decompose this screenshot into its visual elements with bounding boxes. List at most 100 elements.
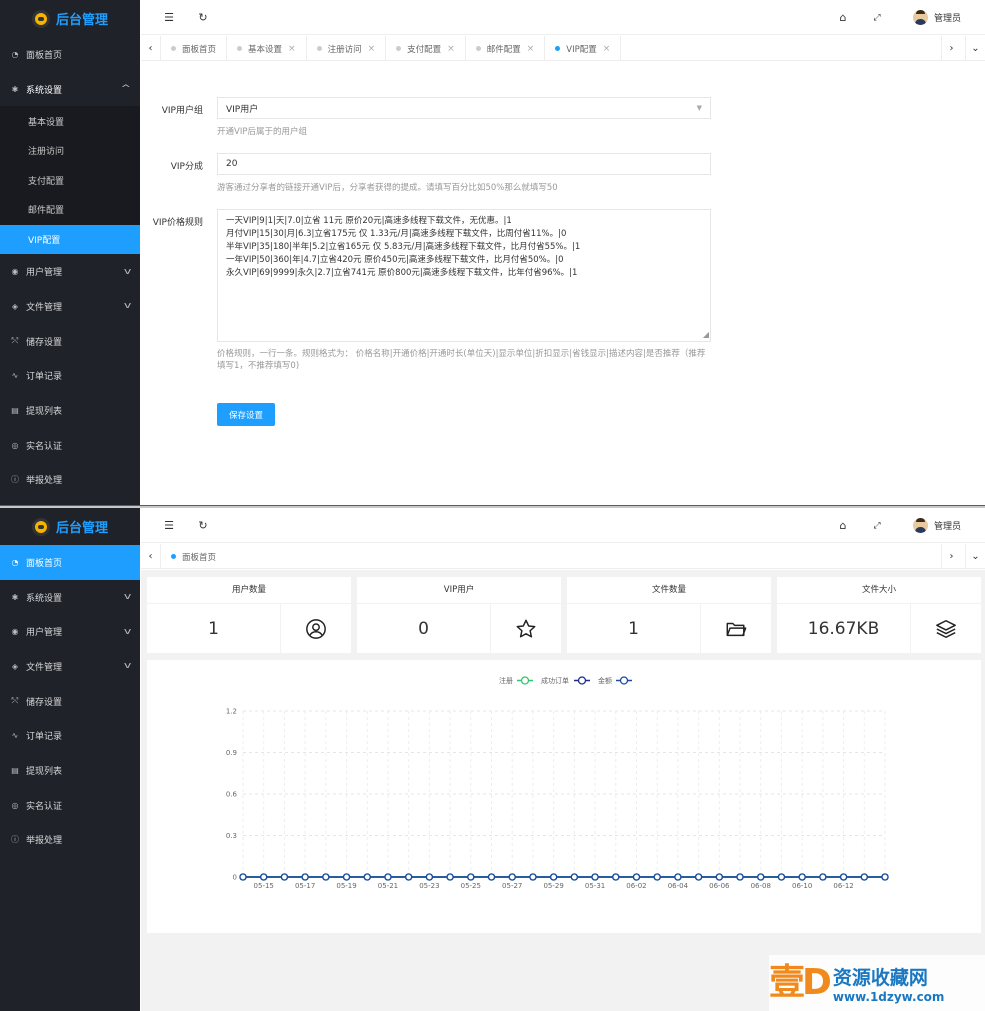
sidebar-menu: ◔ 面板首页 ✱ 系统设置 v ◉ 用户管理 v ◈ 文件管理 v ⤲ 储存设置 ∿ 订单记录 ▤… [0, 545, 140, 857]
sidebar-item-users[interactable]: ◉ 用户管理 v [0, 254, 140, 289]
data-point [674, 873, 682, 881]
sidebar-subitem-basic[interactable]: 基本设置 [0, 106, 140, 136]
tab-basic-settings[interactable]: 基本设置 × [227, 36, 307, 61]
close-icon[interactable]: × [288, 44, 296, 54]
chevron-down-icon: v [123, 301, 132, 312]
vip-rule-line: 一年VIP|50|360|年|4.7|立省420元 原价450元|高速多线程下载… [226, 255, 564, 265]
close-icon[interactable]: × [603, 44, 611, 54]
close-icon[interactable]: × [527, 44, 535, 54]
tab-dashboard[interactable]: 面板首页 [161, 36, 228, 61]
resize-handle-icon[interactable]: ◢ [703, 328, 709, 341]
tab-dashboard[interactable]: 面板首页 [161, 544, 226, 569]
tab-vip[interactable]: VIP配置 × [545, 36, 622, 61]
stat-card-files: 文件数量 1 [567, 577, 771, 653]
sidebar-item-label: 举报处理 [26, 836, 63, 847]
tabs-prev-icon[interactable]: ‹ [141, 36, 161, 61]
sidebar-item-reports[interactable]: ⓘ 举报处理 [0, 823, 140, 858]
data-point [591, 873, 599, 881]
tabs-menu-chevron-icon[interactable]: ⌄ [965, 36, 985, 61]
shield-icon: ◎ [11, 440, 19, 450]
sidebar-subitem-mail[interactable]: 邮件配置 [0, 195, 140, 225]
sidebar-item-users[interactable]: ◉ 用户管理 v [0, 614, 140, 649]
sidebar-item-files[interactable]: ◈ 文件管理 v [0, 289, 140, 324]
user-name: 管理员 [933, 14, 961, 24]
sidebar-item-label: 支付配置 [28, 176, 65, 187]
tabs: 面板首页 [161, 544, 941, 569]
close-icon[interactable]: × [368, 44, 376, 54]
user-menu[interactable]: 管理员 [912, 508, 961, 543]
fullscreen-icon[interactable]: ⤢ [867, 508, 887, 543]
sidebar-item-storage[interactable]: ⤲ 储存设置 [0, 324, 140, 359]
tab-dot [237, 46, 243, 51]
home-icon[interactable]: ⌂ [833, 0, 853, 35]
fullscreen-icon[interactable]: ⤢ [867, 0, 887, 35]
vip-share-input[interactable]: 20 [217, 153, 711, 175]
sidebar-subitem-register[interactable]: 注册访问 [0, 136, 140, 166]
refresh-icon[interactable]: ↻ [193, 0, 213, 35]
sidebar-item-withdraw[interactable]: ▤ 提现列表 [0, 393, 140, 428]
data-point [487, 873, 496, 881]
sidebar-item-label: 用户管理 [26, 268, 63, 279]
vip-rules-textarea[interactable]: 一天VIP|9|1|天|7.0|立省 11元 原价20元|高速多线程下载文件，无… [217, 209, 711, 342]
folder-icon [701, 604, 771, 653]
stat-card-vip: VIP用户 0 [357, 577, 561, 653]
sidebar-subitem-vip[interactable]: VIP配置 [0, 224, 140, 255]
data-point [363, 873, 371, 881]
close-icon[interactable]: × [447, 44, 455, 54]
tab-mail[interactable]: 邮件配置 × [466, 36, 546, 61]
vip-share-hint: 游客通过分享者的链接开通VIP后，分享者获得的提成。请填写百分比如50%那么就填… [217, 183, 558, 193]
storage-icon: ⤲ [11, 336, 19, 346]
data-point [467, 873, 475, 881]
layers-icon: ◈ [11, 301, 19, 311]
tab-label: 注册访问 [327, 44, 362, 55]
stats-chart: 0 0.3 0.6 0.9 1.2 05-15 05-17 05-19 05-21 05-23 05… [147, 660, 981, 933]
x-tick-label: 06-02 [626, 882, 646, 890]
vip-group-select[interactable]: VIP用户 ▼ [217, 97, 711, 119]
stat-title: 用户数量 [147, 577, 351, 604]
logo[interactable]: 后台管理 [0, 508, 140, 545]
menu-toggle-icon[interactable]: ☰ [159, 508, 179, 543]
tabs-next-icon[interactable]: › [941, 36, 961, 61]
pulse-icon: ∿ [11, 731, 19, 741]
tabs-menu-chevron-icon[interactable]: ⌄ [965, 544, 985, 569]
menu-toggle-icon[interactable]: ☰ [159, 0, 179, 35]
sidebar-item-realname[interactable]: ◎ 实名认证 [0, 428, 140, 463]
tab-dot [171, 554, 176, 559]
save-button[interactable]: 保存设置 [217, 403, 275, 426]
sidebar-item-dashboard[interactable]: ◔ 面板首页 [0, 545, 140, 580]
sidebar-item-label: 注册访问 [28, 147, 65, 158]
sidebar-item-reports[interactable]: ⓘ 举报处理 [0, 462, 140, 497]
refresh-icon[interactable]: ↻ [193, 508, 213, 543]
sidebar-menu: ◔ 面板首页 ✱ 系统设置 ^ 基本设置 注册访问 支付配置 邮件配置 VIP配置 ◉… [0, 37, 140, 497]
watermark-logo: 壹D [769, 962, 832, 1003]
user-menu[interactable]: 管理员 [912, 0, 961, 35]
sidebar-item-label: 举报处理 [26, 476, 63, 487]
sidebar-item-dashboard[interactable]: ◔ 面板首页 [0, 37, 140, 72]
sidebar-item-orders[interactable]: ∿ 订单记录 [0, 718, 140, 753]
y-tick-label: 0.6 [226, 791, 238, 799]
sidebar-item-orders[interactable]: ∿ 订单记录 [0, 358, 140, 393]
vip-config-screen: 后台管理 ◔ 面板首页 ✱ 系统设置 ^ 基本设置 注册访问 支付配置 邮件配置 VI… [0, 0, 985, 506]
tab-register[interactable]: 注册访问 × [307, 36, 387, 61]
data-point [612, 873, 620, 881]
tabs-prev-icon[interactable]: ‹ [141, 544, 161, 569]
sidebar-item-system-settings[interactable]: ✱ 系统设置 ^ [0, 72, 140, 107]
sidebar-item-storage[interactable]: ⤲ 储存设置 [0, 684, 140, 719]
sidebar-item-realname[interactable]: ◎ 实名认证 [0, 788, 140, 823]
tabs-next-icon[interactable]: › [941, 544, 961, 569]
x-tick-label: 06-10 [792, 882, 812, 890]
x-tick-label: 05-21 [378, 882, 398, 890]
legend-label: 金额 [598, 676, 612, 685]
sidebar-item-files[interactable]: ◈ 文件管理 v [0, 649, 140, 684]
logo[interactable]: 后台管理 [0, 0, 140, 37]
home-icon[interactable]: ⌂ [833, 508, 853, 543]
data-point [529, 873, 537, 881]
layers-icon: ◈ [11, 661, 19, 671]
sidebar-subitem-payment[interactable]: 支付配置 [0, 166, 140, 196]
tab-payment[interactable]: 支付配置 × [386, 36, 466, 61]
sidebar-item-system-settings[interactable]: ✱ 系统设置 v [0, 580, 140, 615]
vip-share-label: VIP分成 [170, 162, 203, 172]
sidebar-item-withdraw[interactable]: ▤ 提现列表 [0, 753, 140, 788]
tab-label: 面板首页 [182, 44, 217, 55]
x-tick-label: 05-19 [336, 882, 356, 890]
